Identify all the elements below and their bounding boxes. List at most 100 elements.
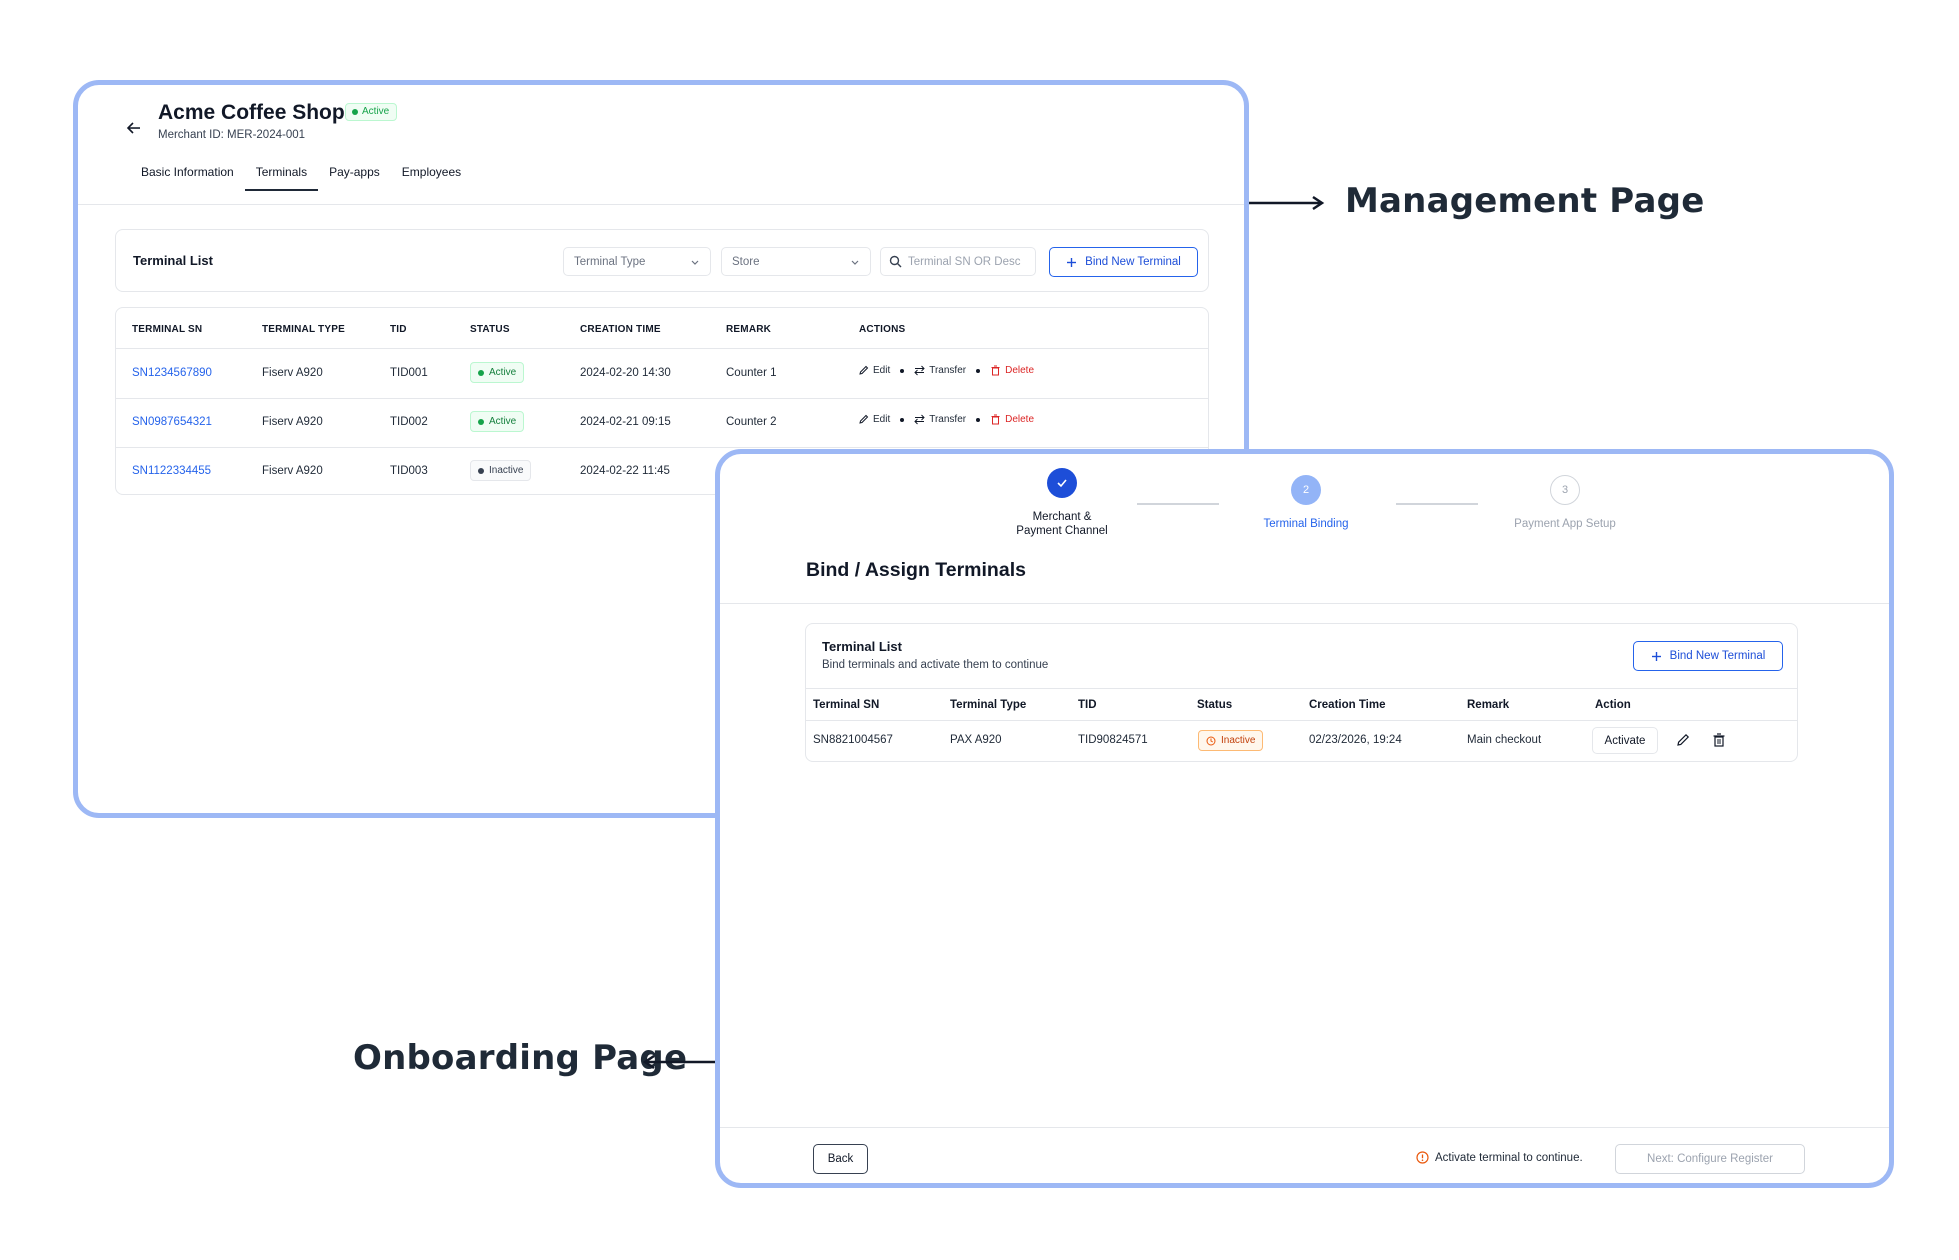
store-select[interactable]: Store [721,247,871,276]
column-header-creation-time: Creation Time [1309,699,1386,711]
column-header-action: Action [1595,699,1631,711]
terminal-type-cell: Fiserv A920 [262,465,323,477]
terminal-sn-cell: SN8821004567 [813,734,893,746]
step-3-label: Payment App Setup [1514,518,1616,530]
pencil-icon[interactable] [1675,732,1691,748]
status-badge: Active [470,362,525,383]
search-icon [889,255,902,268]
back-button[interactable]: Back [813,1144,868,1174]
delete-action[interactable]: Delete [990,365,1034,376]
column-header-actions: ACTIONS [859,324,906,335]
table-row: SN8821004567 PAX A920 TID90824571 Inacti… [806,721,1797,761]
chevron-down-icon [851,260,859,265]
delete-action-label: Delete [1005,414,1035,425]
tid-cell: TID001 [390,367,428,379]
transfer-action-label: Transfer [929,414,967,425]
step-2-current-indicator: 2 [1291,475,1321,505]
terminal-sn-link[interactable]: SN1122334455 [132,465,211,477]
merchant-id: Merchant ID: MER-2024-001 [158,129,306,141]
chevron-down-icon [691,260,699,265]
terminal-search[interactable] [880,247,1036,276]
bind-new-terminal-button[interactable]: Bind New Terminal [1049,247,1198,277]
terminal-list-card: Terminal List Bind terminals and activat… [805,623,1798,762]
terminal-list-title: Terminal List [133,253,213,268]
column-header-terminal-sn: TERMINAL SN [132,324,203,335]
table-header: TERMINAL SN TERMINAL TYPE TID STATUS CRE… [116,308,1208,349]
status-dot-icon [478,418,484,425]
status-badge: Inactive [470,460,532,481]
tid-cell: TID90824571 [1078,734,1148,746]
terminal-list-toolbar: Terminal List Terminal Type Store Bind N… [115,229,1209,292]
tab-employees[interactable]: Employees [391,165,472,191]
delete-action-label: Delete [1005,365,1035,376]
transfer-action[interactable]: Transfer [914,414,966,425]
edit-action[interactable]: Edit [858,365,890,376]
step-2-number: 2 [1302,484,1310,496]
tid-cell: TID002 [390,416,428,428]
step-connector [1396,503,1478,505]
bind-new-terminal-label: Bind New Terminal [1085,256,1181,268]
onboarding-page-label: Onboarding Page [353,1038,688,1078]
creation-time-cell: 2024-02-22 11:45 [580,465,670,477]
row-actions: Edit Transfer Delete [858,414,1034,425]
management-page-label: Management Page [1345,181,1705,221]
terminal-type-cell: Fiserv A920 [262,367,323,379]
column-header-status: STATUS [470,324,510,335]
table-row: SN0987654321 Fiserv A920 TID002 Active 2… [116,399,1208,448]
trash-icon [991,414,1000,425]
column-header-terminal-sn: Terminal SN [813,699,880,711]
merchant-tabs: Basic Information Terminals Pay-apps Emp… [130,165,472,191]
step-3-number: 3 [1561,484,1569,496]
remark-cell: Counter 2 [726,416,777,428]
separator-dot [976,368,981,373]
onboarding-stepper: Merchant & Payment Channel 2 Terminal Bi… [720,454,1889,544]
activate-button[interactable]: Activate [1592,727,1658,754]
merchant-name: Acme Coffee Shop [158,101,345,124]
arrow-right-icon [1249,195,1325,211]
footer-divider [720,1127,1889,1128]
tab-basic-information[interactable]: Basic Information [130,165,245,191]
transfer-arrows-icon [914,365,925,376]
tab-terminals[interactable]: Terminals [244,165,319,191]
terminal-search-input[interactable] [908,255,1026,268]
column-header-remark: REMARK [726,324,772,335]
clock-icon [1206,736,1216,745]
column-header-creation-time: CREATION TIME [580,324,661,335]
terminal-type-select[interactable]: Terminal Type [563,247,711,276]
separator-dot [900,417,905,422]
step-2-label: Terminal Binding [1263,518,1349,530]
step-1-complete-indicator [1047,468,1077,498]
terminal-sn-link[interactable]: SN1234567890 [132,367,212,379]
step-3-upcoming-indicator: 3 [1550,475,1580,505]
bind-new-terminal-button[interactable]: Bind New Terminal [1633,641,1783,671]
arrow-left-icon [642,1054,718,1070]
transfer-action[interactable]: Transfer [914,365,966,376]
row-actions: Edit Transfer Delete [858,365,1034,376]
page-title: Bind / Assign Terminals [806,559,1026,581]
delete-action[interactable]: Delete [990,414,1034,425]
status-badge: Active [470,411,525,432]
tab-pay-apps[interactable]: Pay-apps [318,165,391,191]
column-header-status: Status [1197,699,1233,711]
separator-dot [976,417,981,422]
status-badge-label: Active [362,106,390,117]
status-dot-icon [478,467,484,474]
next-configure-register-button[interactable]: Next: Configure Register [1615,1144,1805,1174]
merchant-status-badge: Active [345,103,398,121]
terminal-list-subtitle: Bind terminals and activate them to cont… [822,659,1049,671]
creation-time-cell: 2024-02-21 09:15 [580,416,671,428]
back-arrow-icon[interactable] [125,119,143,137]
column-header-terminal-type: TERMINAL TYPE [262,324,345,335]
edit-action[interactable]: Edit [858,414,890,425]
pencil-icon [859,414,869,424]
column-header-tid: TID [390,324,407,335]
activation-warning-text: Activate terminal to continue. [1435,1151,1583,1164]
pencil-icon [859,365,869,375]
trash-icon[interactable] [1711,732,1727,748]
header-divider [720,603,1889,604]
status-badge: Inactive [1198,730,1264,751]
creation-time-cell: 2024-02-20 14:30 [580,367,671,379]
table-row: SN1234567890 Fiserv A920 TID001 Active 2… [116,350,1208,399]
terminal-sn-link[interactable]: SN0987654321 [132,416,212,428]
checkmark-icon [1057,479,1067,488]
